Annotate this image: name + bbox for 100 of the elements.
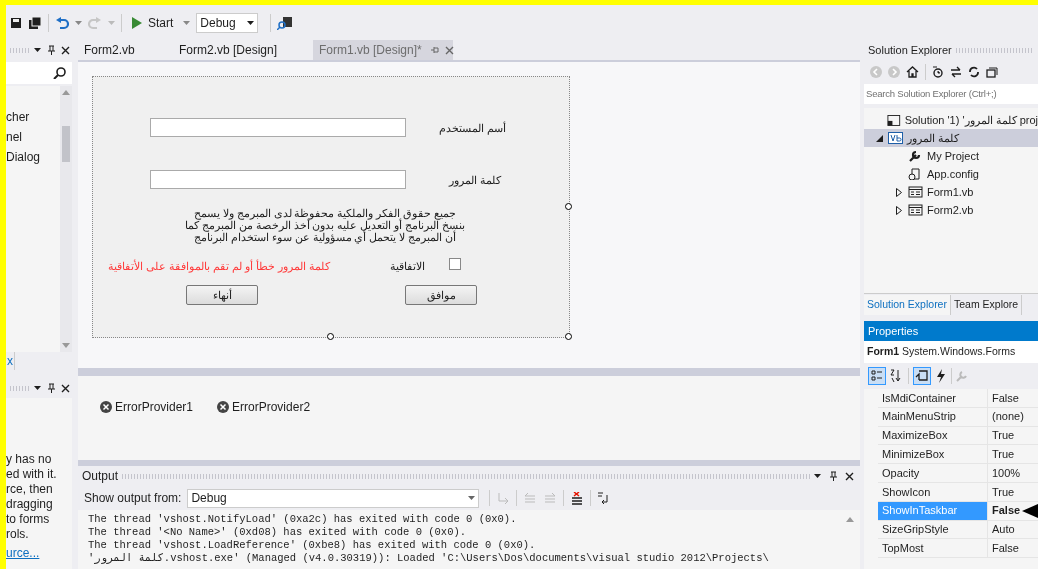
property-value[interactable]: True xyxy=(988,483,1038,501)
help-link[interactable]: urce... xyxy=(6,546,72,560)
output-line: The thread '<No Name>' (0xd08) has exited with code 0 (0x0). xyxy=(88,526,468,539)
property-value[interactable]: False xyxy=(988,539,1038,558)
text-field[interactable] xyxy=(150,118,406,137)
form-icon[interactable] xyxy=(908,204,923,216)
scroll-thumb[interactable] xyxy=(62,126,70,162)
pin-icon[interactable] xyxy=(47,44,56,56)
sync-icon[interactable] xyxy=(950,66,962,78)
scrollbar[interactable] xyxy=(60,86,72,352)
panel-title: Properties xyxy=(868,323,919,339)
vb-project-icon[interactable] xyxy=(888,132,903,144)
field-label: كلمة المرور xyxy=(449,173,502,189)
property-name[interactable]: MaximizeBox xyxy=(878,426,988,445)
caret-icon[interactable] xyxy=(247,20,255,25)
solution-icon[interactable] xyxy=(887,114,901,126)
document-tab[interactable]: Form2.vb [Design] xyxy=(173,40,313,60)
property-value[interactable]: True xyxy=(988,445,1038,464)
property-value[interactable]: False xyxy=(988,501,1038,520)
close-icon[interactable] xyxy=(61,45,70,55)
form-button[interactable]: موافق xyxy=(405,285,477,305)
properties-icon[interactable] xyxy=(913,367,931,385)
panel-tab[interactable]: Solution Explorer xyxy=(864,294,951,315)
play-icon[interactable] xyxy=(132,16,142,29)
wrench-icon[interactable] xyxy=(908,150,923,162)
document-tab[interactable]: Form2.vb xyxy=(78,40,173,60)
search-field[interactable] xyxy=(6,62,72,84)
tree-item[interactable]: My Project xyxy=(864,147,1038,165)
property-name[interactable]: MinimizeBox xyxy=(878,445,988,464)
start-button[interactable]: Start xyxy=(128,12,178,33)
notice-text: جميع حقوق الفكر والملكية محفوظة لدى المبرمج ولا يسمح بنسخ البرنامج أو التعديل عليه بدون أخذ الرخصة من المبرمج كما أن المبرمج لا يتحمل أي مسؤولية عن سوء استخدام البرنامج xyxy=(183,207,467,243)
property-value[interactable]: True xyxy=(988,426,1038,445)
property-name[interactable]: TopMost xyxy=(878,539,988,558)
property-value[interactable]: (none) xyxy=(988,407,1038,426)
collapsed-icon[interactable] xyxy=(896,187,902,197)
error-icon[interactable] xyxy=(100,401,112,413)
form-icon[interactable] xyxy=(908,186,923,198)
property-name[interactable]: Opacity xyxy=(878,464,988,482)
tree-item[interactable]: App.config xyxy=(864,165,1038,183)
pin-icon[interactable] xyxy=(47,382,56,394)
configuration-dropdown[interactable]: Debug xyxy=(196,12,259,33)
undo-icon[interactable] xyxy=(55,15,69,30)
help-text: y has no ed with it. rce, then dragging to forms rols. xyxy=(6,452,58,542)
close-icon[interactable] xyxy=(61,383,70,393)
collapsed-icon[interactable] xyxy=(896,205,902,215)
tree-item[interactable]: كلمة المرور xyxy=(864,129,1038,147)
property-value[interactable]: Auto xyxy=(988,520,1038,539)
agreement-checkbox[interactable] xyxy=(449,258,461,270)
field-label: أسم المستخدم xyxy=(439,120,507,137)
panel-title: Output xyxy=(82,468,119,485)
scroll-up-icon[interactable] xyxy=(846,517,854,522)
caret-icon[interactable] xyxy=(34,47,42,53)
panel-tab[interactable]: x xyxy=(6,352,15,370)
toolbox-item[interactable]: Dialog xyxy=(6,148,60,162)
checkbox-label: الاتفاقية xyxy=(390,259,425,274)
property-name[interactable]: ShowIcon xyxy=(878,483,988,501)
tray-component[interactable]: ErrorProvider1 xyxy=(100,398,194,416)
tree-item[interactable]: Solution 'كلمة المرور' (1 proj xyxy=(864,111,1038,129)
resize-handle[interactable] xyxy=(327,333,334,340)
resize-handle[interactable] xyxy=(565,203,572,210)
caret-icon[interactable] xyxy=(34,385,42,391)
object-name: Form1 xyxy=(867,344,900,360)
panel-tab[interactable]: Team Explore xyxy=(950,294,1023,315)
resize-handle[interactable] xyxy=(565,333,572,340)
tree-item[interactable]: Form1.vb xyxy=(864,183,1038,201)
output-line: The thread 'vshost.LoadReference' (0xbe8) has exited with code 0 (0x0). xyxy=(88,539,537,552)
caret-icon[interactable] xyxy=(814,473,822,479)
close-icon[interactable] xyxy=(845,471,854,481)
form-button[interactable]: أنهاء xyxy=(186,285,258,305)
pointer-arrow-icon[interactable] xyxy=(1022,503,1038,518)
object-selector[interactable]: Form1 System.Windows.Forms xyxy=(864,341,1038,363)
search-field[interactable]: Search Solution Explorer (Ctrl+;) xyxy=(864,84,1038,104)
tray-component[interactable]: ErrorProvider2 xyxy=(217,398,311,416)
object-type: System.Windows.Forms xyxy=(902,344,1016,360)
clear-all-icon[interactable] xyxy=(570,491,585,505)
error-message: كلمة المرور خطأ أو لم تقم بالموافقة على الأتفاقية xyxy=(108,258,331,275)
save-all-icon[interactable] xyxy=(28,16,42,29)
history-icon[interactable] xyxy=(932,66,944,78)
home-icon[interactable] xyxy=(906,66,919,78)
error-icon[interactable] xyxy=(217,401,230,413)
property-value[interactable]: 100% xyxy=(988,464,1038,482)
categorized-icon[interactable] xyxy=(868,367,886,385)
config-file-icon[interactable] xyxy=(908,168,923,180)
save-icon[interactable] xyxy=(10,16,22,29)
events-icon[interactable] xyxy=(935,369,947,383)
source-dropdown[interactable]: Debug xyxy=(187,488,480,508)
property-value[interactable]: False xyxy=(988,389,1038,407)
property-name[interactable]: MainMenuStrip xyxy=(878,407,988,426)
search-icon[interactable] xyxy=(53,67,69,79)
refresh-icon[interactable] xyxy=(968,66,980,78)
find-icon[interactable] xyxy=(277,15,294,30)
text-field[interactable] xyxy=(150,170,406,189)
property-name[interactable]: IsMdiContainer xyxy=(878,389,988,407)
toolbox-item[interactable]: cher xyxy=(6,108,60,122)
toolbox-item[interactable]: nel xyxy=(6,128,60,142)
pin-icon[interactable] xyxy=(829,470,838,482)
expanded-icon[interactable] xyxy=(875,134,883,142)
tree-item[interactable]: Form2.vb xyxy=(864,201,1038,219)
collapse-all-icon[interactable] xyxy=(986,66,998,78)
property-name[interactable]: SizeGripStyle xyxy=(878,520,988,539)
